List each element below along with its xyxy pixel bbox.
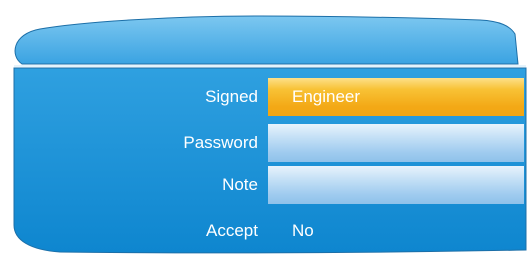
password-label: Password [183, 133, 258, 152]
accept-field[interactable]: No [268, 212, 524, 250]
signed-label: Signed [205, 87, 258, 106]
signed-row: Signed Engineer [0, 78, 527, 116]
accept-row: Accept No [0, 212, 527, 250]
password-row: Password [0, 124, 527, 162]
password-field[interactable] [268, 124, 524, 162]
note-label: Note [222, 175, 258, 194]
accept-label: Accept [206, 221, 258, 240]
signed-field[interactable]: Engineer [268, 78, 524, 116]
note-field[interactable] [268, 166, 524, 204]
note-row: Note [0, 166, 527, 204]
dialog-panel: Signed Engineer Password Note Accept No [0, 0, 527, 256]
